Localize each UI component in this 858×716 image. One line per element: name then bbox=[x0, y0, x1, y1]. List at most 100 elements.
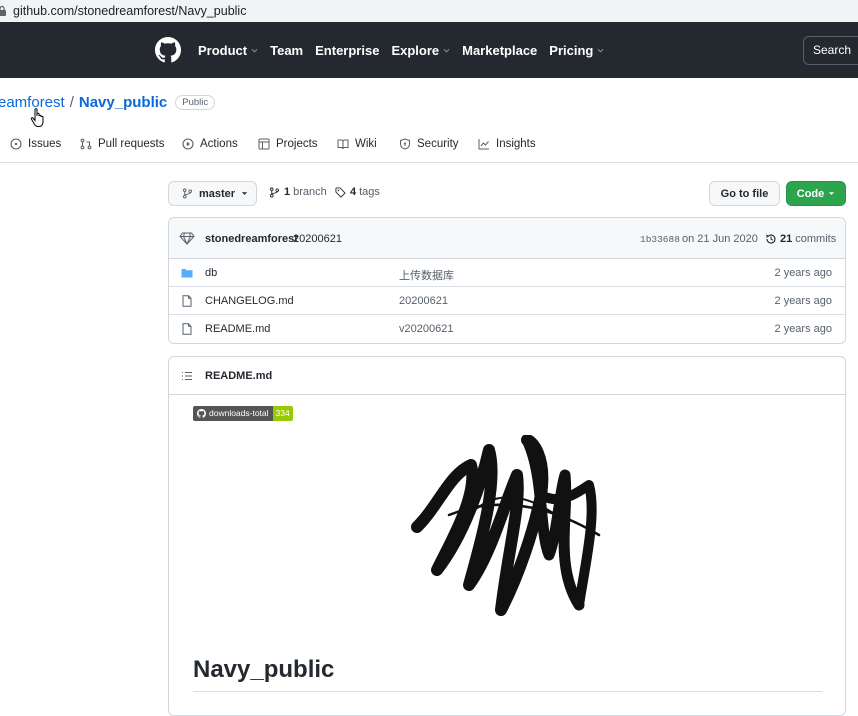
file-age: 2 years ago bbox=[774, 323, 832, 335]
nav-product[interactable]: Product bbox=[198, 43, 258, 58]
chevron-down-icon bbox=[597, 48, 604, 53]
tab-pull-requests[interactable]: Pull requests bbox=[80, 138, 164, 150]
heading-divider bbox=[193, 691, 822, 692]
tab-insights[interactable]: Insights bbox=[478, 138, 536, 150]
tag-count: 4 bbox=[350, 186, 357, 198]
tab-projects[interactable]: Projects bbox=[258, 138, 318, 150]
commit-author-link[interactable]: stonedreamforest bbox=[205, 233, 298, 245]
nav-team-label: Team bbox=[270, 42, 304, 58]
url-text: github.com/stonedreamforest/Navy_public bbox=[13, 4, 247, 18]
nav-team[interactable]: Team bbox=[270, 43, 303, 58]
github-logo-icon[interactable] bbox=[155, 37, 181, 63]
branch-icon bbox=[270, 187, 279, 197]
visibility-badge: Public bbox=[175, 95, 216, 110]
nav-enterprise[interactable]: Enterprise bbox=[315, 43, 379, 58]
file-name-link[interactable]: db bbox=[205, 267, 217, 279]
tab-security[interactable]: Security bbox=[399, 138, 459, 150]
tab-issues-label: Issues bbox=[28, 138, 62, 150]
caret-down-icon bbox=[829, 192, 835, 195]
tab-actions[interactable]: Actions bbox=[182, 138, 238, 150]
tab-pull-requests-label: Pull requests bbox=[98, 138, 165, 150]
nav-pricing-label: Pricing bbox=[549, 42, 594, 58]
branch-count: 1 bbox=[284, 186, 291, 198]
nav-product-label: Product bbox=[198, 42, 248, 58]
branch-icon bbox=[183, 188, 192, 199]
actions-icon bbox=[182, 138, 194, 150]
readme-filename: README.md bbox=[205, 370, 273, 382]
nav-pricing[interactable]: Pricing bbox=[549, 43, 604, 58]
browser-url-bar[interactable]: github.com/stonedreamforest/Navy_public bbox=[0, 0, 858, 22]
branch-select-button[interactable]: master bbox=[168, 181, 257, 206]
file-commit-link[interactable]: v20200621 bbox=[399, 323, 453, 335]
history-icon bbox=[765, 234, 776, 244]
file-name-link[interactable]: CHANGELOG.md bbox=[205, 295, 294, 307]
file-age: 2 years ago bbox=[774, 295, 832, 307]
table-row[interactable]: README.md v20200621 2 years ago bbox=[169, 315, 845, 343]
branch-name: master bbox=[199, 187, 236, 200]
search-input[interactable]: Search bbox=[803, 36, 858, 65]
list-icon[interactable] bbox=[181, 370, 193, 382]
commit-message-link[interactable]: 20200621 bbox=[293, 233, 342, 245]
logo-scribble-image bbox=[411, 435, 601, 616]
commits-link[interactable]: 21 commits bbox=[765, 233, 836, 245]
nav-marketplace-label: Marketplace bbox=[462, 42, 538, 58]
commit-date: on 21 Jun 2020 bbox=[682, 233, 758, 245]
repo-separator: / bbox=[69, 94, 74, 111]
go-to-file-button[interactable]: Go to file bbox=[709, 181, 780, 206]
downloads-badge-value: 334 bbox=[272, 406, 293, 421]
file-icon bbox=[182, 323, 192, 335]
commit-count: 21 bbox=[780, 233, 793, 245]
latest-commit-bar: stonedreamforest 20200621 1b33688 on 21 … bbox=[169, 218, 845, 259]
hand-pointer-cursor-icon bbox=[30, 108, 44, 127]
main-nav: Product Team Enterprise Explore Marketpl… bbox=[198, 22, 616, 78]
caret-down-icon bbox=[241, 192, 248, 195]
tab-security-label: Security bbox=[417, 138, 459, 150]
file-icon bbox=[182, 295, 192, 307]
code-button[interactable]: Code bbox=[786, 181, 846, 206]
file-name-link[interactable]: README.md bbox=[205, 323, 270, 335]
tags-link[interactable]: 4 tags bbox=[335, 186, 380, 198]
table-row[interactable]: db 上传数据库 2 years ago bbox=[169, 259, 845, 287]
tag-icon bbox=[335, 186, 346, 198]
downloads-badge[interactable]: downloads-total 334 bbox=[193, 406, 293, 421]
github-icon bbox=[197, 409, 206, 418]
lock-icon bbox=[0, 5, 6, 16]
tag-count-label: tags bbox=[359, 186, 380, 198]
search-placeholder: Search bbox=[813, 43, 852, 57]
site-header: Product Team Enterprise Explore Marketpl… bbox=[0, 22, 858, 78]
projects-icon bbox=[258, 138, 270, 150]
downloads-badge-label-box: downloads-total bbox=[193, 406, 273, 421]
chevron-down-icon bbox=[443, 48, 450, 53]
file-list: stonedreamforest 20200621 1b33688 on 21 … bbox=[168, 217, 846, 344]
tab-issues[interactable]: Issues bbox=[10, 138, 61, 150]
tab-wiki[interactable]: Wiki bbox=[337, 138, 377, 150]
file-commit-link[interactable]: 上传数据库 bbox=[399, 267, 454, 283]
avatar-icon[interactable] bbox=[179, 232, 195, 245]
issue-icon bbox=[10, 138, 22, 150]
nav-explore-label: Explore bbox=[391, 42, 440, 58]
file-commit-link[interactable]: 20200621 bbox=[399, 295, 448, 307]
tab-wiki-label: Wiki bbox=[355, 138, 377, 150]
wiki-icon bbox=[337, 139, 349, 150]
nav-marketplace[interactable]: Marketplace bbox=[462, 43, 537, 58]
graph-icon bbox=[478, 139, 489, 150]
repo-tabs: Issues Pull requests Actions Projects Wi… bbox=[0, 130, 858, 163]
readme-heading: Navy_public bbox=[193, 656, 335, 683]
branches-link[interactable]: 1 branch bbox=[269, 186, 327, 198]
readme-header: README.md bbox=[169, 357, 845, 395]
readme-panel: README.md downloads-total 334 Navy_publi… bbox=[168, 356, 846, 716]
downloads-badge-label: downloads-total bbox=[209, 408, 269, 418]
pull-request-icon bbox=[80, 138, 92, 150]
chevron-down-icon bbox=[251, 48, 258, 53]
repo-name-link[interactable]: Navy_public bbox=[79, 94, 167, 111]
commit-count-label: commits bbox=[795, 233, 837, 245]
branch-count-label: branch bbox=[293, 186, 327, 198]
tab-insights-label: Insights bbox=[496, 138, 536, 150]
nav-explore[interactable]: Explore bbox=[391, 43, 450, 58]
code-button-label: Code bbox=[796, 187, 825, 200]
folder-icon bbox=[181, 269, 193, 278]
file-age: 2 years ago bbox=[774, 267, 832, 279]
table-row[interactable]: CHANGELOG.md 20200621 2 years ago bbox=[169, 287, 845, 315]
commit-sha-link[interactable]: 1b33688 bbox=[640, 234, 680, 245]
tab-projects-label: Projects bbox=[276, 138, 318, 150]
